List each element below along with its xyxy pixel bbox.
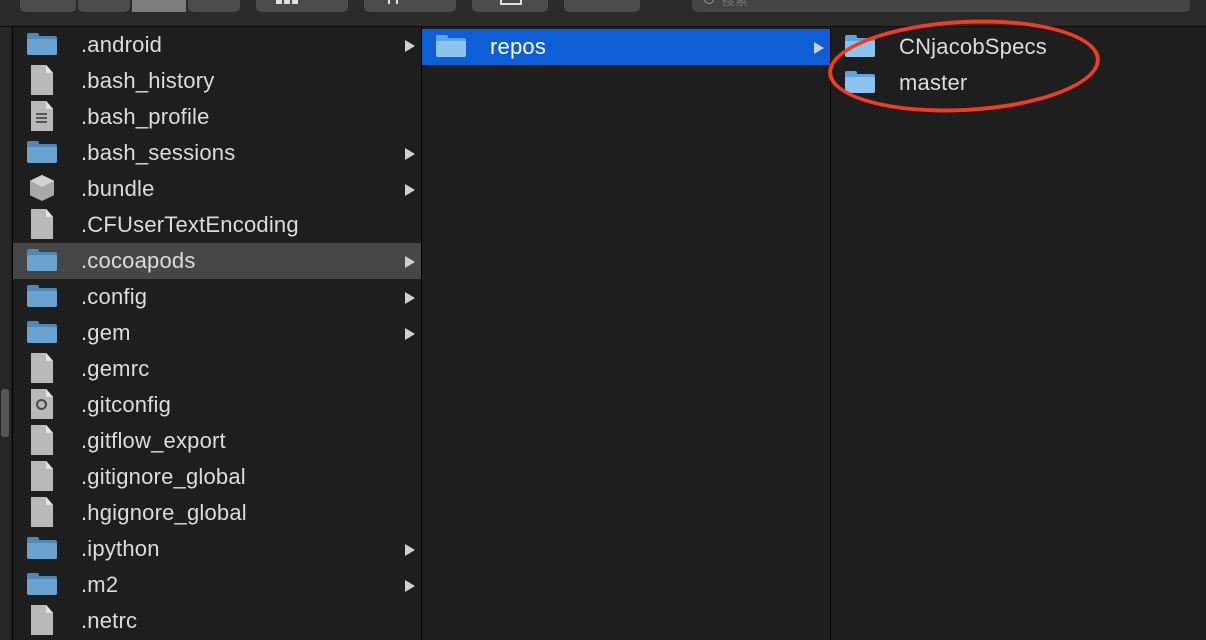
list-item[interactable]: .bash_profile	[13, 99, 421, 135]
folder-icon	[25, 285, 59, 309]
disclosure-arrow-icon	[405, 256, 415, 268]
disclosure-arrow-icon	[405, 40, 415, 52]
tag-button[interactable]	[564, 0, 640, 12]
column-cocoapods: repos	[421, 27, 830, 640]
share-icon	[500, 0, 522, 5]
folder-icon	[25, 573, 59, 597]
item-name: .gitconfig	[81, 392, 172, 417]
disclosure-arrow-icon	[405, 292, 415, 304]
gear-icon	[396, 0, 398, 4]
list-item[interactable]: .bash_history	[13, 63, 421, 99]
list-item[interactable]: .bundle	[13, 171, 421, 207]
item-name: CNjacobSpecs	[899, 34, 1047, 59]
disclosure-arrow-icon	[405, 544, 415, 556]
list-item[interactable]: .ipython	[13, 531, 421, 567]
folder-icon	[25, 249, 59, 273]
list-item[interactable]: .gemrc	[13, 351, 421, 387]
item-name: .gitflow_export	[81, 428, 226, 453]
folder-icon	[25, 33, 59, 57]
item-name: .gitignore_global	[81, 464, 246, 489]
grid-icon	[292, 0, 298, 4]
text-document-icon	[25, 101, 59, 131]
search-input[interactable]	[722, 0, 1122, 8]
disclosure-arrow-icon	[405, 328, 415, 340]
folder-icon	[843, 71, 877, 95]
search-field[interactable]	[692, 0, 1190, 12]
disclosure-arrow-icon	[405, 148, 415, 160]
item-name: repos	[490, 34, 547, 59]
item-name: .android	[81, 32, 163, 57]
list-item[interactable]: .gem	[13, 315, 421, 351]
list-item[interactable]: repos	[422, 29, 830, 65]
item-name: .netrc	[81, 608, 138, 633]
item-name: .cocoapods	[81, 248, 196, 273]
list-item[interactable]: .config	[13, 279, 421, 315]
disclosure-arrow-icon	[405, 184, 415, 196]
list-item[interactable]: .CFUserTextEncoding	[13, 207, 421, 243]
gallery-view-button[interactable]	[188, 0, 240, 12]
item-name: .ipython	[81, 536, 160, 561]
item-name: .hgignore_global	[81, 500, 247, 525]
document-icon	[25, 353, 59, 383]
sidebar-edge	[0, 27, 11, 640]
item-name: .bash_sessions	[81, 140, 236, 165]
view-segment-button[interactable]	[20, 0, 76, 12]
folder-icon	[25, 321, 59, 345]
grid-icon	[284, 0, 290, 4]
column-repos: CNjacobSpecs master	[830, 27, 1206, 640]
list-item[interactable]: .cocoapods	[13, 243, 421, 279]
folder-icon	[843, 35, 877, 59]
view-segment-button[interactable]	[78, 0, 130, 12]
action-button[interactable]	[364, 0, 456, 12]
list-item[interactable]: .android	[13, 27, 421, 63]
document-icon	[25, 497, 59, 527]
folder-icon	[434, 35, 468, 59]
column-home: .android .bash_history .bash_profile .bash_…	[12, 27, 421, 640]
column-view-button[interactable]	[132, 0, 186, 12]
list-item[interactable]: .hgignore_global	[13, 495, 421, 531]
item-name: .m2	[81, 572, 119, 597]
document-icon	[25, 605, 59, 635]
folder-icon	[25, 537, 59, 561]
disclosure-arrow-icon	[814, 42, 824, 54]
list-item[interactable]: .netrc	[13, 603, 421, 639]
disclosure-arrow-icon	[405, 580, 415, 592]
finder-toolbar	[0, 0, 1206, 27]
list-item[interactable]: .gitflow_export	[13, 423, 421, 459]
item-name: .gem	[81, 320, 131, 345]
document-icon	[25, 461, 59, 491]
document-icon	[25, 209, 59, 239]
package-icon	[25, 175, 59, 201]
document-icon	[25, 65, 59, 95]
item-name: .bash_history	[81, 68, 215, 93]
item-name: .bundle	[81, 176, 155, 201]
list-item[interactable]: .gitconfig	[13, 387, 421, 423]
document-icon	[25, 425, 59, 455]
search-icon	[704, 0, 714, 4]
list-item[interactable]: .gitignore_global	[13, 459, 421, 495]
list-item[interactable]: .bash_sessions	[13, 135, 421, 171]
gear-icon	[388, 0, 390, 4]
item-name: master	[899, 70, 968, 95]
item-name: .config	[81, 284, 148, 309]
group-button[interactable]	[256, 0, 348, 12]
config-document-icon	[25, 389, 59, 419]
folder-icon	[25, 141, 59, 165]
item-name: .gemrc	[81, 356, 150, 381]
list-item[interactable]: CNjacobSpecs	[831, 29, 1206, 65]
list-item[interactable]: .m2	[13, 567, 421, 603]
item-name: .bash_profile	[81, 104, 210, 129]
scrollbar-thumb[interactable]	[1, 389, 9, 437]
list-item[interactable]: master	[831, 65, 1206, 101]
item-name: .CFUserTextEncoding	[81, 212, 299, 237]
share-button[interactable]	[472, 0, 548, 12]
grid-icon	[276, 0, 282, 4]
